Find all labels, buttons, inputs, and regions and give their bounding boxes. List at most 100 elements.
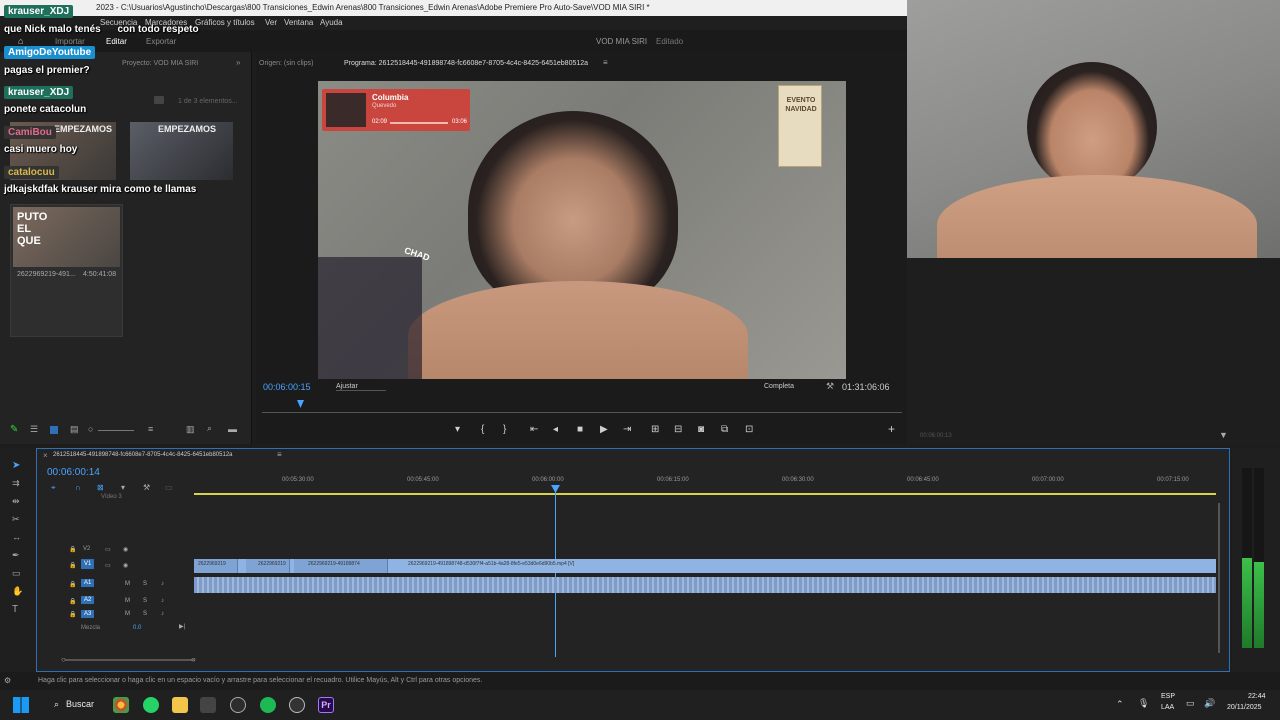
clip-card[interactable]: PUTO EL QUE 2622969219-491... 4:50:41:08 <box>10 204 123 337</box>
rectangle-tool-icon[interactable]: ▭ <box>12 568 21 579</box>
selection-tool-icon[interactable]: ➤ <box>12 460 20 471</box>
lang-primary[interactable]: ESP <box>1161 693 1175 700</box>
program-timecode[interactable]: 00:06:00:15 <box>263 382 311 392</box>
search-icon[interactable]: ⌕ <box>54 699 59 710</box>
snap-icon[interactable]: ⌖ <box>51 483 56 493</box>
menu-item-ventana[interactable]: Ventana <box>284 18 313 27</box>
project-tab[interactable]: Proyecto: VOD MIA SIRI <box>122 60 198 67</box>
marker-icon[interactable]: ▾ <box>455 424 460 435</box>
go-to-in-icon[interactable]: ⇤ <box>530 424 538 435</box>
app-icon[interactable] <box>289 697 305 713</box>
chrome-icon[interactable] <box>113 697 129 713</box>
nest-icon[interactable]: ⊠ <box>97 483 104 492</box>
solo-button[interactable]: S <box>143 581 147 587</box>
eye-icon[interactable]: ◉ <box>123 546 128 553</box>
lift-icon[interactable]: ⊞ <box>651 424 659 435</box>
track-select-tool-icon[interactable]: ⇉ <box>12 478 20 489</box>
time-ruler[interactable]: 00:05:30:00 00:05:45:00 00:06:00:00 00:0… <box>194 477 1216 495</box>
captions-icon[interactable]: ▭ <box>165 483 173 492</box>
close-icon[interactable]: × <box>43 451 48 460</box>
track-a1-label[interactable]: A1 <box>81 579 95 587</box>
zoom-slider[interactable] <box>98 430 134 431</box>
volume-icon[interactable]: 🔊 <box>1204 698 1215 709</box>
spotify-icon[interactable] <box>260 697 276 713</box>
openai-icon[interactable] <box>230 697 246 713</box>
hand-tool-icon[interactable]: ✋ <box>12 586 23 597</box>
solo-button[interactable]: S <box>143 611 147 617</box>
filter-icon[interactable]: ▼ <box>1219 430 1228 440</box>
type-tool-icon[interactable]: T <box>12 604 18 615</box>
ripple-tool-icon[interactable]: ⇹ <box>12 496 20 507</box>
lock-icon[interactable]: 🔒 <box>69 611 76 618</box>
video-preview[interactable]: Columbia Quevedo 02:09 03:06 EVENTO NAVI… <box>318 81 846 379</box>
home-icon[interactable]: ⌂ <box>18 36 23 46</box>
sync-icon[interactable]: ▭ <box>105 546 111 553</box>
chevron-up-icon[interactable]: ⌃ <box>1116 699 1124 710</box>
step-back-icon[interactable]: ◂ <box>553 424 558 435</box>
horizontal-scrollbar[interactable] <box>65 659 195 661</box>
lock-icon[interactable]: 🔒 <box>69 546 76 553</box>
menu-item-ver[interactable]: Ver <box>265 18 277 27</box>
video-clip[interactable]: 2622969219 <box>246 559 290 573</box>
add-marker-icon[interactable]: ▾ <box>121 483 125 492</box>
sync-icon[interactable]: ▭ <box>105 562 111 569</box>
mute-button[interactable]: M <box>125 611 130 617</box>
mark-out-icon[interactable]: } <box>503 424 506 435</box>
camera-icon[interactable]: ◙ <box>698 424 704 435</box>
timeline-timecode[interactable]: 00:06:00:14 <box>47 467 100 478</box>
video-clip[interactable]: 2622969219 <box>194 559 238 573</box>
freeform-view-icon[interactable]: ▤ <box>70 424 79 435</box>
zoom-out-icon[interactable]: ○ <box>88 424 93 434</box>
automate-icon[interactable]: ▥ <box>186 424 195 435</box>
mark-in-icon[interactable]: { <box>481 424 484 435</box>
app-icon[interactable] <box>200 697 216 713</box>
mic-icon[interactable]: ♪ <box>161 611 164 617</box>
extract-icon[interactable]: ⊟ <box>674 424 682 435</box>
tab-importar[interactable]: Importar <box>55 37 85 46</box>
lang-secondary[interactable]: LAA <box>1161 704 1174 711</box>
sequence-menu-icon[interactable]: ≡ <box>277 450 282 459</box>
folder-icon[interactable] <box>154 96 164 104</box>
lock-icon[interactable]: 🔒 <box>69 581 76 588</box>
program-tab[interactable]: Programa: 2612518445-491898748-fc6608e7-… <box>344 60 588 67</box>
linked-icon[interactable]: ∩ <box>75 483 81 492</box>
whatsapp-icon[interactable] <box>143 697 159 713</box>
clock-date[interactable]: 20/11/2025 <box>1227 704 1262 711</box>
track-v2-label[interactable]: V2 <box>83 546 90 552</box>
mix-value[interactable]: 0.0 <box>133 625 141 631</box>
sequence-name[interactable]: 2612518445-491898748-fc6608e7-8705-4c4c-… <box>53 452 233 458</box>
add-button-icon[interactable]: + <box>888 422 895 436</box>
pencil-icon[interactable]: ✎ <box>10 424 18 435</box>
settings-wrench-icon[interactable]: ⚒ <box>143 483 150 492</box>
source-tab[interactable]: Origen: (sin clips) <box>259 60 313 67</box>
work-area-bar[interactable] <box>194 493 1216 495</box>
lock-icon[interactable]: 🔒 <box>69 598 76 605</box>
track-a2-label[interactable]: A2 <box>81 596 95 604</box>
overlay-icon[interactable]: ⊡ <box>745 424 753 435</box>
play-icon[interactable]: ▶ <box>600 424 608 435</box>
clip-thumbnail-2[interactable]: EMPEZAMOS <box>130 122 233 180</box>
slip-tool-icon[interactable]: ↔ <box>12 532 21 542</box>
program-menu-icon[interactable]: ≡ <box>603 58 608 67</box>
mic-icon[interactable]: ♪ <box>161 581 164 587</box>
eye-icon[interactable]: ◉ <box>123 562 128 569</box>
tab-exportar[interactable]: Exportar <box>146 37 176 46</box>
solo-button[interactable]: S <box>143 598 147 604</box>
go-to-out-icon[interactable]: ⇥ <box>623 424 631 435</box>
scroll-handle-right[interactable]: ○ <box>191 655 196 664</box>
clock-time[interactable]: 22:44 <box>1248 693 1266 700</box>
file-explorer-icon[interactable] <box>172 697 188 713</box>
list-view-icon[interactable]: ☰ <box>30 424 38 435</box>
menu-item-ayuda[interactable]: Ayuda <box>320 18 343 27</box>
network-icon[interactable]: ▭ <box>1186 698 1195 709</box>
video-clip[interactable]: 2622969219-49189874 <box>294 559 388 573</box>
track-a3-label[interactable]: A3 <box>81 610 95 618</box>
mic-icon[interactable]: 🎙 <box>1138 698 1149 709</box>
expand-icon[interactable]: » <box>236 58 240 67</box>
tab-editar[interactable]: Editar <box>106 37 127 46</box>
stop-icon[interactable]: ■ <box>577 424 583 435</box>
quality-select[interactable]: Completa <box>764 383 794 390</box>
menu-item-graficos[interactable]: Gráficos y títulos <box>195 18 255 27</box>
search-icon[interactable]: ⌕ <box>207 423 212 434</box>
razor-tool-icon[interactable]: ✂ <box>12 514 20 525</box>
